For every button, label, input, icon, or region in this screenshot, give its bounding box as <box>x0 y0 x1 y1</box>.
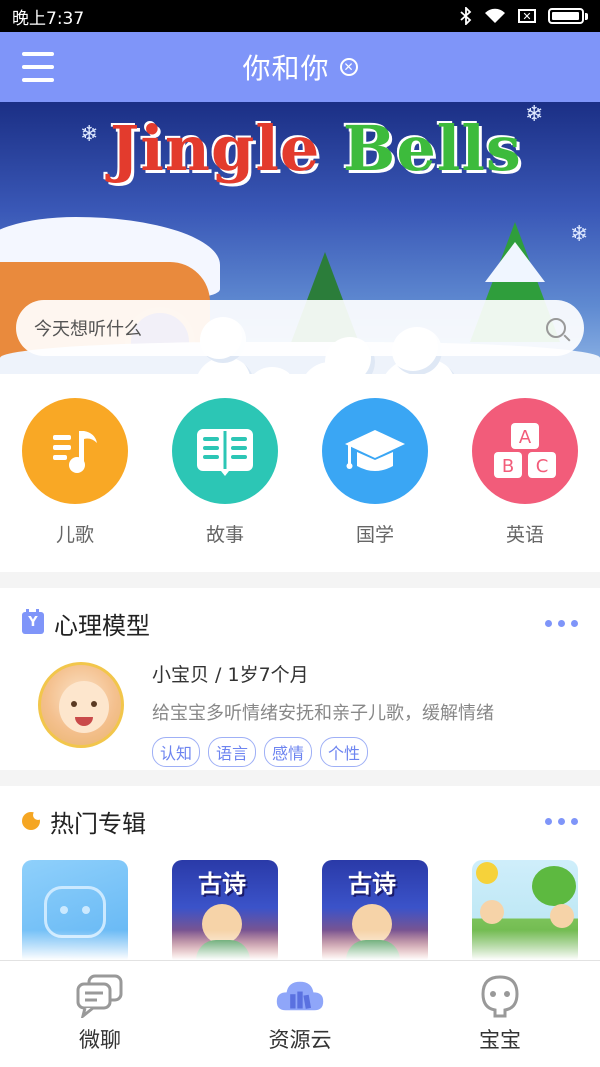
tag-personality[interactable]: 个性 <box>320 737 369 767</box>
sun-icon <box>476 862 498 884</box>
music-note-icon <box>22 398 128 504</box>
search-input[interactable]: 今天想听什么 <box>16 300 584 356</box>
category-label: 英语 <box>505 524 544 546</box>
banner-title-bells: Bells <box>342 112 522 185</box>
tag-list: 认知 语言 感情 个性 <box>152 737 578 767</box>
banner[interactable]: ❄ ❄ ❄ ❄ Jingle Bells 今天想听什么 <box>0 102 600 374</box>
category-english[interactable]: AB C 英语 <box>465 398 585 572</box>
category-nursery-rhymes[interactable]: 儿歌 <box>15 398 135 572</box>
search-placeholder: 今天想听什么 <box>34 319 142 340</box>
child-figure <box>202 904 242 944</box>
category-label: 故事 <box>205 524 244 546</box>
album-title: 古诗 <box>348 870 396 898</box>
child-figure <box>480 900 504 924</box>
baby-face-icon <box>481 975 519 1018</box>
svg-text:B: B <box>502 456 514 477</box>
calendar-icon <box>22 609 44 634</box>
status-icons: ✕ <box>460 7 588 25</box>
tree-snow <box>485 242 545 282</box>
page-title: 你和你 <box>242 52 330 85</box>
baby-name-age: 小宝贝 / 1岁7个月 <box>152 664 309 686</box>
tag-emotion[interactable]: 感情 <box>264 737 313 767</box>
top-app-bar: 你和你 ✕ <box>0 32 600 102</box>
psych-model-section: 心理模型 小宝贝 / 1岁7个月 给宝宝多听情绪安抚和亲子儿歌，缓解情绪 认知 … <box>0 588 600 770</box>
banner-title-jingle: Jingle <box>110 112 321 185</box>
nav-label: 资源云 <box>268 1028 332 1052</box>
album-card[interactable]: 古诗 <box>322 860 428 966</box>
section-header: 心理模型 <box>0 588 600 658</box>
profile-description: 给宝宝多听情绪安抚和亲子儿歌，缓解情绪 <box>152 703 494 724</box>
child-figure <box>352 904 392 944</box>
bluetooth-icon <box>460 7 472 25</box>
tag-cognition[interactable]: 认知 <box>152 737 201 767</box>
snowflake-icon: ❄ <box>570 222 589 247</box>
menu-icon[interactable] <box>22 52 54 82</box>
album-card[interactable] <box>472 860 578 966</box>
snowflake-icon: ❄ <box>80 122 99 147</box>
cloud-books-icon <box>276 981 324 1011</box>
search-icon[interactable] <box>546 318 566 338</box>
baby-profile[interactable]: 小宝贝 / 1岁7个月 给宝宝多听情绪安抚和亲子儿歌，缓解情绪 认知 语言 感情… <box>0 658 600 767</box>
chat-bubbles-icon <box>76 974 123 1018</box>
nav-resource-cloud[interactable]: 资源云 <box>220 974 380 1054</box>
wifi-icon <box>485 8 505 23</box>
flame-icon <box>22 810 43 830</box>
section-title: 心理模型 <box>54 611 150 640</box>
album-title: 古诗 <box>198 870 246 898</box>
hot-albums-section: 热门专辑 古诗 古诗 <box>0 786 600 966</box>
open-book-icon <box>172 398 278 504</box>
category-stories[interactable]: 故事 <box>165 398 285 572</box>
nav-label: 宝宝 <box>479 1028 521 1052</box>
close-icon[interactable]: ✕ <box>339 58 358 76</box>
section-title: 热门专辑 <box>50 809 146 838</box>
svg-text:A: A <box>519 427 532 448</box>
abc-blocks-icon: AB C <box>472 398 578 504</box>
child-figure <box>550 904 574 928</box>
album-list: 古诗 古诗 <box>0 856 600 966</box>
nav-label: 微聊 <box>79 1028 121 1052</box>
avatar <box>38 662 124 748</box>
tag-language[interactable]: 语言 <box>208 737 257 767</box>
status-bar: 晚上7:37 ✕ <box>0 0 600 32</box>
more-icon[interactable] <box>545 619 578 627</box>
no-sim-icon: ✕ <box>518 9 536 23</box>
category-label: 儿歌 <box>55 524 94 546</box>
category-row: 儿歌 故事 国学 AB C 英语 <box>0 374 600 572</box>
graduation-cap-icon <box>322 398 428 504</box>
banner-title: Jingle Bells <box>110 112 522 185</box>
nav-chat[interactable]: 微聊 <box>20 974 180 1054</box>
tree <box>532 866 576 906</box>
battery-icon <box>548 8 588 24</box>
more-icon[interactable] <box>545 817 578 825</box>
category-label: 国学 <box>355 524 394 546</box>
robot-icon <box>44 886 106 938</box>
category-classics[interactable]: 国学 <box>315 398 435 572</box>
snowflake-icon: ❄ <box>525 102 544 127</box>
section-header: 热门专辑 <box>0 786 600 856</box>
album-card[interactable]: 古诗 <box>172 860 278 966</box>
album-card[interactable] <box>22 860 128 966</box>
nav-baby[interactable]: 宝宝 <box>420 974 580 1054</box>
status-time: 晚上7:37 <box>12 8 85 29</box>
svg-text:C: C <box>536 456 549 477</box>
bottom-nav: 微聊 资源云 宝宝 <box>0 960 600 1067</box>
